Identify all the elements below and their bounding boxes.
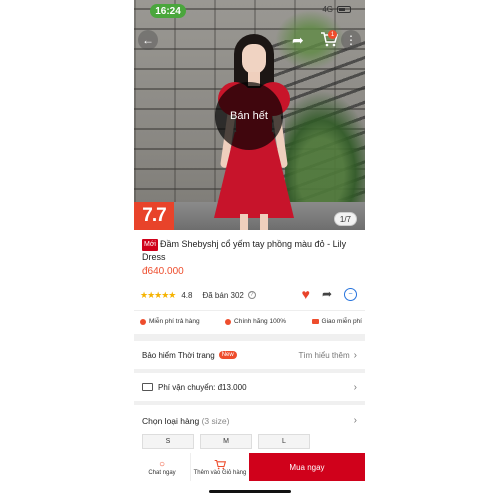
- perk-label: Miễn phí trả hàng: [149, 318, 200, 325]
- size-option-s[interactable]: S: [142, 434, 194, 449]
- product-title: Mới Đầm Shebyshj cổ yếm tay phồng màu đỏ …: [142, 238, 360, 263]
- truck-icon: [311, 319, 319, 324]
- learn-more-link[interactable]: Tìm hiểu thêm ›: [299, 350, 357, 361]
- model-leg-right: [260, 214, 268, 230]
- product-image-carousel[interactable]: Bán hết 16:24 4G ← ➦ 1 ⋮ 7.7 1/7: [134, 0, 365, 230]
- new-tag: Mới: [142, 239, 158, 251]
- image-counter: 1/7: [333, 212, 357, 226]
- product-page: Bán hết 16:24 4G ← ➦ 1 ⋮ 7.7 1/7 Mới Đầm …: [134, 0, 365, 499]
- variant-count: (3 size): [201, 416, 230, 426]
- chat-now-label: Chat ngay: [148, 469, 176, 476]
- buy-now-button[interactable]: Mua ngay: [249, 453, 365, 481]
- size-options: S M L: [142, 434, 310, 449]
- battery-icon: [337, 6, 351, 13]
- perk-free-shipping: Giao miễn phí: [311, 318, 362, 325]
- perk-free-return: Miễn phí trả hàng: [140, 318, 200, 325]
- product-price: đ640.000: [142, 266, 184, 277]
- star-rating-icon: ★★★★★: [140, 289, 176, 300]
- product-title-text: Đầm Shebyshj cổ yếm tay phồng màu đỏ - L…: [142, 239, 347, 262]
- chevron-right-icon: ›: [353, 349, 357, 361]
- model-leg-left: [240, 214, 248, 230]
- cart-count-badge: 1: [328, 30, 337, 39]
- home-indicator[interactable]: [209, 490, 291, 493]
- add-cart-icon: [214, 459, 226, 469]
- status-time-pill: 16:24: [150, 4, 186, 18]
- shield-check-icon: [225, 318, 232, 325]
- perks-row[interactable]: Miễn phí trả hàng Chính hãng 100% Giao m…: [140, 318, 362, 325]
- fashion-insurance-row[interactable]: Bảo hiểm Thời trang New Tìm hiểu thêm ›: [134, 341, 365, 369]
- insurance-label: Bảo hiểm Thời trang: [142, 350, 215, 360]
- share-icon[interactable]: ➦: [322, 287, 332, 301]
- shipping-fee-label: Phí vận chuyển: đ13.000: [158, 382, 247, 392]
- add-to-cart-button[interactable]: Thêm vào Giỏ hàng: [191, 453, 249, 481]
- perk-authentic: Chính hãng 100%: [225, 318, 286, 325]
- shipping-chevron: ›: [354, 382, 357, 393]
- heart-icon[interactable]: ♥: [302, 286, 310, 302]
- campaign-7-7-logo: 7.7: [134, 202, 174, 230]
- variant-heading: Chọn loại hàng (3 size): [142, 416, 229, 426]
- sold-out-overlay: Bán hết: [215, 82, 283, 150]
- help-icon[interactable]: ?: [247, 291, 256, 299]
- model-face: [242, 44, 266, 74]
- size-option-l[interactable]: L: [258, 434, 310, 449]
- chevron-right-icon: ›: [353, 381, 357, 393]
- share-top-icon[interactable]: ➦: [292, 32, 304, 49]
- product-actions: ♥ ➦ ~: [302, 286, 357, 302]
- variant-selector[interactable]: Chọn loại hàng (3 size) › S M L: [134, 405, 365, 453]
- learn-more-label: Tìm hiểu thêm: [298, 350, 350, 360]
- more-vertical-icon: ⋮: [345, 33, 357, 47]
- perk-label: Chính hãng 100%: [234, 318, 287, 325]
- bottom-action-bar: ○ Chat ngay Thêm vào Giỏ hàng Mua ngay: [134, 453, 365, 499]
- new-badge: New: [218, 351, 237, 359]
- chat-now-button[interactable]: ○ Chat ngay: [134, 453, 191, 481]
- status-indicators: 4G: [322, 5, 351, 14]
- perk-label: Giao miễn phí: [321, 318, 362, 325]
- sold-count: Đã bán 302: [202, 290, 244, 300]
- chat-icon: ○: [158, 458, 166, 470]
- chat-bubble-icon[interactable]: ~: [344, 287, 357, 301]
- more-options-button[interactable]: ⋮: [341, 30, 361, 50]
- add-to-cart-label: Thêm vào Giỏ hàng: [193, 469, 247, 476]
- truck-icon: [142, 383, 153, 391]
- return-icon: [140, 318, 146, 325]
- shipping-fee-row[interactable]: Phí vận chuyển: đ13.000 ›: [134, 373, 365, 401]
- size-option-m[interactable]: M: [200, 434, 252, 449]
- product-info: Mới Đầm Shebyshj cổ yếm tay phồng màu đỏ …: [134, 230, 365, 334]
- arrow-left-icon: ←: [142, 33, 154, 47]
- back-button[interactable]: ←: [138, 30, 158, 50]
- divider: [134, 310, 365, 311]
- variant-label: Chọn loại hàng: [142, 416, 200, 426]
- network-label: 4G: [322, 5, 333, 14]
- rating-value: 4.8: [181, 290, 193, 300]
- chevron-right-icon: ›: [353, 415, 357, 426]
